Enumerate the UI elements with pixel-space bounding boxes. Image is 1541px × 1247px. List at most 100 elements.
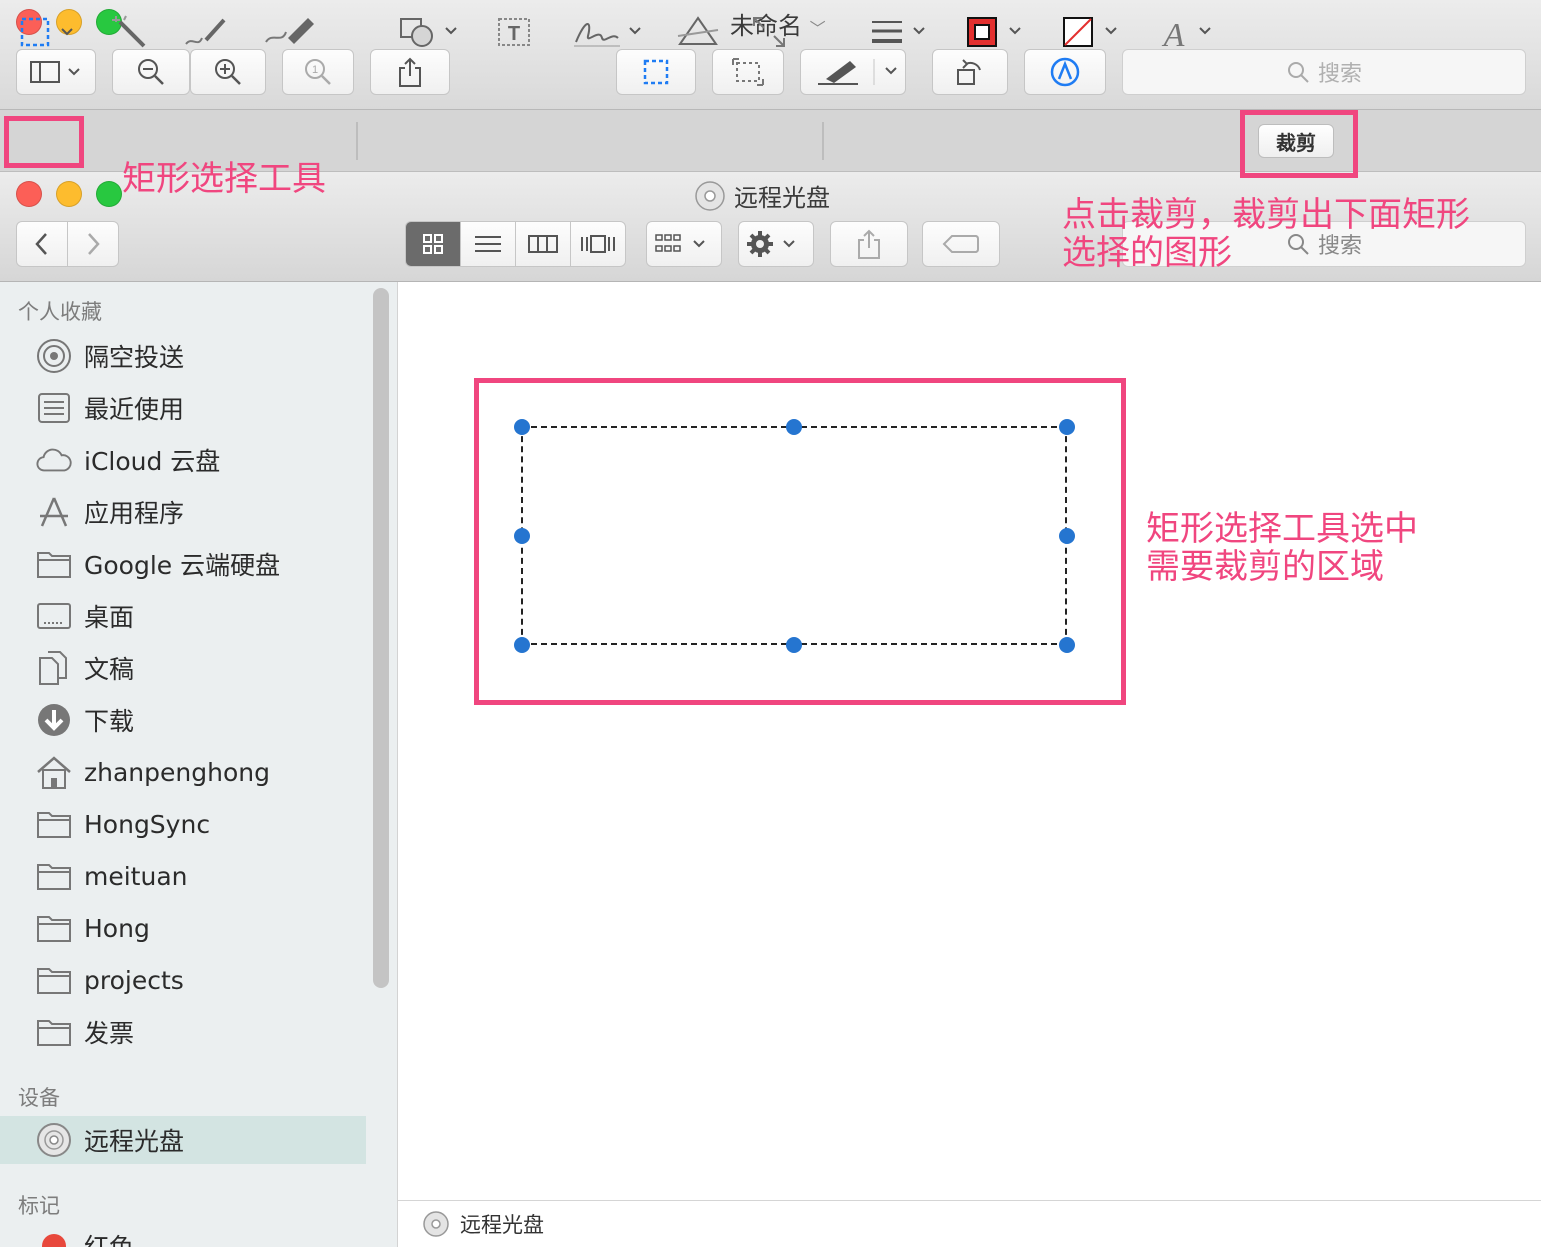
border-color-tool[interactable] [964,12,1030,52]
sidebar-item-label: 桌面 [84,603,135,632]
sidebar-item-label: 远程光盘 [84,1127,185,1156]
text-tool[interactable]: T [496,12,532,52]
markup-pen-icon [1050,57,1080,87]
favorites-header: 个人收藏 [18,300,102,324]
rect-selection-tool[interactable] [18,12,80,52]
tags-button[interactable] [922,221,1000,267]
adjust-color-tool[interactable] [676,12,720,52]
icon-view-button[interactable] [405,221,461,267]
sidebar-item-home[interactable]: zhanpenghong [0,748,366,796]
sidebar-item-hongsync[interactable]: HongSync [0,800,366,848]
disc-icon [423,1211,449,1237]
preview-search-placeholder: 搜索 [1317,62,1362,87]
markup-toolbar-button[interactable] [1024,49,1106,95]
chevron-right-icon [88,233,100,255]
group-icon [655,234,705,252]
back-button[interactable] [16,221,68,267]
sidebar-item-label: 应用程序 [84,499,185,528]
zoom-in-icon [215,59,241,85]
selection-tool-button[interactable] [616,49,696,95]
fill-color-tool[interactable] [1060,12,1126,52]
sidebar-item-icloud[interactable]: iCloud 云盘 [0,436,366,484]
list-view-button[interactable] [460,221,516,267]
actual-size-button[interactable]: 1 [282,49,354,95]
zoom-in-button[interactable] [190,49,266,95]
columns-icon [528,235,558,253]
zoom-out-button[interactable] [112,49,190,95]
sketch-tool[interactable] [182,12,230,52]
folder-icon [36,910,72,946]
home-icon [36,754,72,790]
minimize-button[interactable] [56,181,82,207]
share-button[interactable] [370,49,450,95]
gallery-view-button[interactable] [570,221,626,267]
shape-style-tool[interactable] [868,12,932,52]
group-button[interactable] [646,221,722,267]
close-button[interactable] [16,181,42,207]
annotation-crop-hint-1: 点击裁剪，裁剪出下面矩形 [1062,195,1470,235]
shapes-tool[interactable] [398,12,464,52]
magic-wand-icon [112,15,146,48]
draw-pen-icon [265,18,314,44]
highlighter-icon [818,59,897,85]
grid-icon [423,234,443,254]
sidebar-item-projects[interactable]: projects [0,956,366,1004]
sidebar-item-label: 下载 [84,707,135,736]
disc-icon [695,180,725,211]
share-icon [399,57,421,87]
toolbar-divider [356,122,358,160]
sidebar-item-label: zhanpenghong [84,757,270,787]
sidebar-icon [30,61,80,83]
sidebar-item-downloads[interactable]: 下载 [0,696,366,744]
prism-icon [677,16,719,45]
svg-text:1: 1 [312,64,318,76]
column-view-button[interactable] [515,221,571,267]
sidebar-item-documents[interactable]: 文稿 [0,644,366,692]
adjust-size-tool[interactable] [750,12,788,52]
signature-tool[interactable] [572,12,648,52]
rotate-button[interactable] [932,49,1008,95]
instant-alpha-tool[interactable] [110,12,150,52]
chevron-down-icon: ﹀ [809,19,826,38]
sidebar-item-airdrop[interactable]: 隔空投送 [0,332,366,380]
tag-icon [942,235,979,253]
finder-window-title: 远程光盘 [694,178,830,213]
preview-search-field[interactable]: 搜索 [1122,49,1526,95]
sketch-pen-icon [185,18,226,45]
sidebar-item-applications[interactable]: 应用程序 [0,488,366,536]
annotation-rect-tool: 矩形选择工具 [122,159,326,199]
sidebar-item-invoices[interactable]: 发票 [0,1008,366,1056]
path-bar-item[interactable]: 远程光盘 [460,1209,544,1239]
sidebar-item-remote-disc[interactable]: 远程光盘 [0,1116,366,1164]
sidebar-item-tag-red[interactable]: 红色 [0,1222,366,1247]
tags-header: 标记 [18,1194,60,1218]
sidebar-item-google-drive[interactable]: Google 云端硬盘 [0,540,366,588]
markup-highlight-button[interactable] [800,49,906,95]
share-button[interactable] [830,221,908,267]
sidebar-scrollbar[interactable] [373,288,389,988]
recents-icon [36,390,72,426]
chevron-left-icon [35,233,47,255]
crop-tool-button[interactable] [712,49,784,95]
resize-icon [753,17,785,47]
sidebar-item-meituan[interactable]: meituan [0,852,366,900]
action-button[interactable] [738,221,814,267]
sidebar-item-label: projects [84,965,184,995]
rect-select-icon [20,17,73,47]
sidebar-item-label: 最近使用 [84,395,185,424]
sidebar-item-label: HongSync [84,809,211,839]
sidebar-item-label: 文稿 [84,655,135,684]
sidebar-toggle-button[interactable] [16,49,96,95]
download-icon [36,702,72,738]
zoom-button[interactable] [96,181,122,207]
forward-button[interactable] [67,221,119,267]
airdrop-icon [36,338,72,374]
sidebar-item-hong[interactable]: Hong [0,904,366,952]
zoom-out-icon [138,59,164,85]
sidebar-item-desktop[interactable]: 桌面 [0,592,366,640]
sidebar-item-recents[interactable]: 最近使用 [0,384,366,432]
text-style-tool[interactable]: A [1160,12,1222,52]
draw-tool[interactable] [262,12,316,52]
folder-icon [36,546,72,582]
shapes-icon [400,18,457,47]
